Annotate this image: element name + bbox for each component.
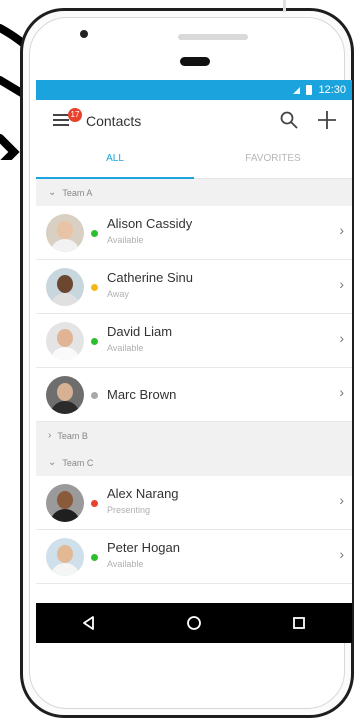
contact-status: Available: [107, 235, 144, 245]
active-tab-indicator: [36, 177, 194, 179]
contact-status: Presenting: [107, 505, 151, 515]
contact-row[interactable]: Catherine Sinu Away ›: [36, 260, 352, 314]
group-header-team-a[interactable]: ⌄ Team A: [36, 179, 352, 206]
recents-square-icon: [293, 617, 306, 629]
notification-badge: 17: [68, 108, 82, 122]
group-header-team-c[interactable]: ⌄ Team C: [36, 449, 352, 476]
group-label: Team A: [62, 187, 93, 198]
avatar: [46, 484, 84, 522]
signal-icon: [293, 86, 301, 94]
contact-name: David Liam: [107, 324, 173, 339]
status-time: 12:30: [318, 84, 346, 96]
chevron-right-icon: ›: [339, 330, 344, 346]
home-circle-icon: [187, 616, 201, 630]
contact-name: Peter Hogan: [107, 540, 180, 555]
contact-row[interactable]: Marc Brown ›: [36, 368, 352, 422]
search-icon[interactable]: [280, 111, 298, 129]
contact-row[interactable]: Peter Hogan Available ›: [36, 530, 352, 584]
chevron-down-icon: ⌄: [48, 187, 57, 198]
contact-status: Available: [107, 343, 144, 353]
battery-icon: [306, 85, 313, 95]
back-button[interactable]: [76, 610, 102, 636]
phone-side-button: [283, 0, 286, 12]
app-screen: 12:30 17 Contacts ALL FAVORITES ⌄ Team A…: [36, 80, 352, 643]
presence-indicator: [91, 230, 98, 237]
app-bar: 17 Contacts: [36, 100, 352, 142]
recents-button[interactable]: [286, 610, 312, 636]
tab-all[interactable]: ALL: [36, 142, 194, 178]
menu-icon[interactable]: [53, 114, 69, 126]
presence-indicator: [91, 554, 98, 561]
back-triangle-icon: [82, 616, 94, 630]
presence-indicator: [91, 500, 98, 507]
android-nav-bar: [36, 603, 352, 643]
contact-row[interactable]: Alex Narang Presenting ›: [36, 476, 352, 530]
status-bar: 12:30: [36, 80, 352, 100]
presence-indicator: [91, 392, 98, 399]
front-camera: [80, 30, 88, 38]
tab-bar: ALL FAVORITES: [36, 142, 352, 179]
chevron-down-icon: ⌄: [48, 457, 57, 468]
contact-row[interactable]: David Liam Available ›: [36, 314, 352, 368]
chevron-right-icon: ›: [339, 546, 344, 562]
add-contact-icon[interactable]: [316, 109, 338, 131]
contact-name: Alison Cassidy: [107, 216, 193, 231]
contact-name: Catherine Sinu: [107, 270, 193, 285]
tab-favorites[interactable]: FAVORITES: [194, 142, 352, 178]
contact-name: Alex Narang: [107, 486, 179, 501]
group-label: Team C: [62, 457, 94, 468]
avatar: [46, 322, 84, 360]
home-button[interactable]: [181, 610, 207, 636]
chevron-right-icon: ›: [339, 276, 344, 292]
contact-name: Marc Brown: [107, 387, 177, 402]
chevron-right-icon: ›: [339, 222, 344, 238]
chevron-right-icon: ›: [339, 384, 344, 400]
earpiece-speaker: [180, 57, 210, 66]
contact-status: Away: [107, 289, 129, 299]
group-header-team-b[interactable]: › Team B: [36, 422, 352, 449]
group-label: Team B: [57, 430, 88, 441]
avatar: [46, 268, 84, 306]
phone-top-highlight: [178, 34, 248, 40]
avatar: [46, 538, 84, 576]
presence-indicator: [91, 338, 98, 345]
page-title: Contacts: [86, 113, 142, 129]
contact-row[interactable]: Alison Cassidy Available ›: [36, 206, 352, 260]
avatar: [46, 376, 84, 414]
presence-indicator: [91, 284, 98, 291]
contact-status: Available: [107, 559, 144, 569]
chevron-right-icon: ›: [48, 430, 52, 441]
chevron-right-icon: ›: [339, 492, 344, 508]
avatar: [46, 214, 84, 252]
